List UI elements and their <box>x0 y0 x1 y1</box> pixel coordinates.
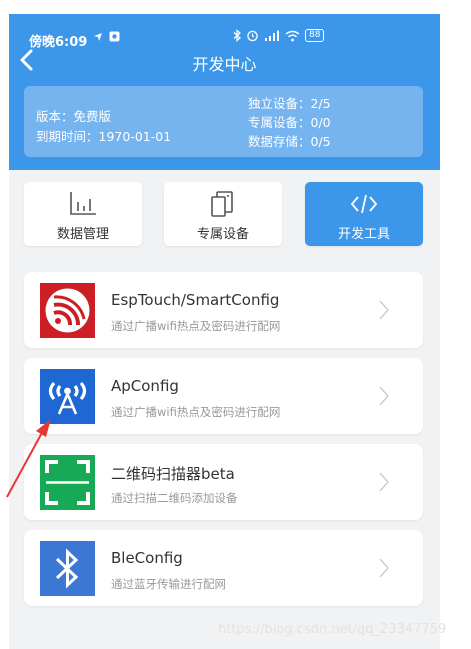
tab-data-management[interactable]: 数据管理 <box>24 182 142 246</box>
alarm-icon <box>247 30 258 42</box>
bluetooth-status-icon <box>233 29 241 42</box>
chevron-right-icon <box>379 300 389 320</box>
espressif-logo-icon <box>40 283 95 338</box>
list-item-esptouch[interactable]: EspTouch/SmartConfig 通过广播wifi热点及密码进行配网 <box>24 272 423 348</box>
code-icon <box>350 194 378 214</box>
item-title: ApConfig <box>111 377 179 395</box>
chevron-right-icon <box>379 386 389 406</box>
list-item-bleconfig[interactable]: BleConfig 通过蓝牙传输进行配网 <box>24 530 423 606</box>
item-title: EspTouch/SmartConfig <box>111 291 280 309</box>
item-subtitle: 通过蓝牙传输进行配网 <box>111 577 226 591</box>
app-notification-icon <box>109 31 120 42</box>
bar-chart-icon <box>70 192 96 215</box>
location-arrow-icon <box>94 32 102 41</box>
tab-dedicated-devices[interactable]: 专属设备 <box>164 182 282 246</box>
tab-label: 开发工具 <box>337 227 390 242</box>
stat-independent-devices: 独立设备：2/5 <box>248 96 331 111</box>
plan-version: 版本：免费版 <box>36 109 112 124</box>
plan-expire: 到期时间：1970-01-01 <box>36 129 172 144</box>
chevron-right-icon <box>379 472 389 492</box>
feature-tabs: 数据管理 专属设备 开发工具 <box>24 182 423 246</box>
phone-screen: 傍晚6:09 88 开发中心 版本：免费版 到期时间：1970-01-01 独立… <box>9 14 440 649</box>
item-title: BleConfig <box>111 549 183 567</box>
watermark-text: https://blog.csdn.net/qq_23347759 <box>218 622 447 637</box>
item-title: 二维码扫描器beta <box>111 465 235 483</box>
devices-icon <box>211 191 233 217</box>
list-item-qr-scanner[interactable]: 二维码扫描器beta 通过扫描二维码添加设备 <box>24 444 423 520</box>
item-subtitle: 通过扫描二维码添加设备 <box>111 491 238 505</box>
page-title: 开发中心 <box>192 55 257 74</box>
header: 傍晚6:09 88 开发中心 版本：免费版 到期时间：1970-01-01 独立… <box>9 14 440 170</box>
bluetooth-icon <box>40 541 95 596</box>
wifi-icon <box>285 30 300 41</box>
annotation-arrow-icon <box>6 419 51 498</box>
chevron-right-icon <box>379 558 389 578</box>
battery-icon: 88 <box>305 29 325 42</box>
item-subtitle: 通过广播wifi热点及密码进行配网 <box>111 405 281 419</box>
item-subtitle: 通过广播wifi热点及密码进行配网 <box>111 319 281 333</box>
signal-icon <box>265 30 279 41</box>
tab-label: 专属设备 <box>196 227 249 242</box>
stat-dedicated-devices: 专属设备：0/0 <box>248 115 331 130</box>
status-bar: 傍晚6:09 88 <box>9 14 440 50</box>
list-item-apconfig[interactable]: ApConfig 通过广播wifi热点及密码进行配网 <box>24 358 423 434</box>
tab-dev-tools[interactable]: 开发工具 <box>305 182 423 246</box>
stat-data-storage: 数据存储：0/5 <box>248 134 331 149</box>
plan-info-card: 版本：免费版 到期时间：1970-01-01 独立设备：2/5 专属设备：0/0… <box>24 86 423 157</box>
tab-label: 数据管理 <box>56 227 109 242</box>
